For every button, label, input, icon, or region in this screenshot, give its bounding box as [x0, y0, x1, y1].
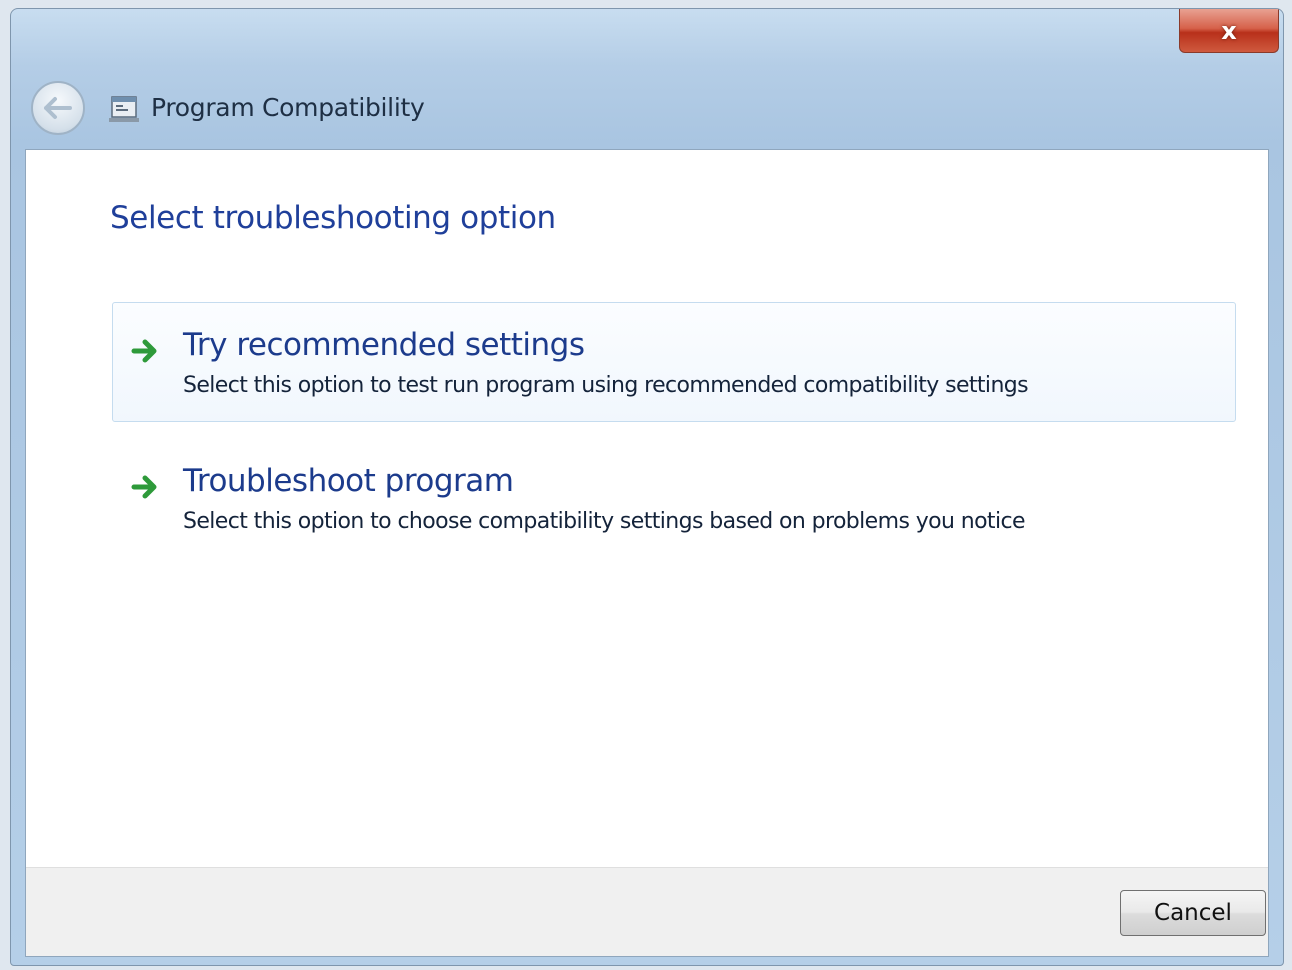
content-area: Select troubleshooting option Try recomm… [25, 149, 1269, 957]
option-try-recommended-settings[interactable]: Try recommended settings Select this opt… [112, 302, 1236, 422]
option-title: Try recommended settings [183, 327, 585, 363]
option-description: Select this option to choose compatibili… [183, 509, 1026, 534]
option-troubleshoot-program[interactable]: Troubleshoot program Select this option … [112, 438, 1236, 558]
option-description: Select this option to test run program u… [183, 373, 1029, 398]
window-title: Program Compatibility [151, 93, 425, 122]
program-compatibility-icon [109, 96, 139, 122]
close-button[interactable]: x [1179, 9, 1279, 53]
back-arrow-icon [44, 97, 72, 119]
green-arrow-icon [131, 339, 157, 363]
program-compatibility-window: x Program Compatibility Select troublesh… [10, 8, 1284, 966]
title-bar: x Program Compatibility [11, 9, 1283, 151]
page-heading: Select troubleshooting option [110, 200, 556, 236]
dialog-footer: Cancel [26, 867, 1268, 956]
close-icon: x [1221, 16, 1237, 45]
option-title: Troubleshoot program [183, 463, 514, 499]
green-arrow-icon [131, 475, 157, 499]
cancel-button[interactable]: Cancel [1120, 890, 1266, 936]
back-button[interactable] [31, 81, 85, 135]
